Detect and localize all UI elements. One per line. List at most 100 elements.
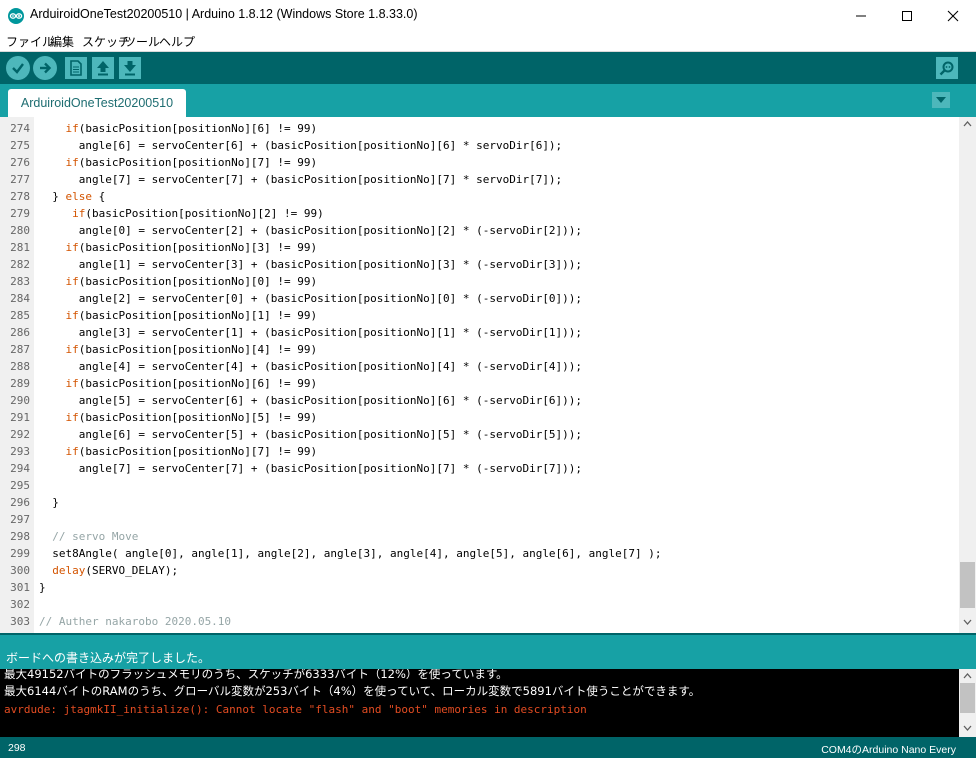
menu-sketch[interactable]: スケッチ: [82, 33, 130, 50]
new-icon: [70, 60, 82, 76]
code-line: 298 // servo Move: [0, 528, 959, 545]
line-number: 275: [10, 139, 30, 152]
scroll-up-icon: [963, 673, 972, 679]
scroll-down-icon: [963, 725, 972, 731]
maximize-button[interactable]: [884, 0, 930, 31]
code-line: 295: [0, 477, 959, 494]
line-number: 280: [10, 224, 30, 237]
code-line: 290 angle[5] = servoCenter[6] + (basicPo…: [0, 392, 959, 409]
close-icon: [947, 10, 959, 21]
line-code: angle[7] = servoCenter[7] + (basicPositi…: [39, 462, 583, 475]
title-bar: ArduiroidOneTest20200510 | Arduino 1.8.1…: [0, 0, 976, 32]
code-line: 274 if(basicPosition[positionNo][6] != 9…: [0, 120, 959, 137]
maximize-icon: [902, 10, 912, 21]
line-code: if(basicPosition[positionNo][2] != 99): [72, 207, 324, 220]
line-code: angle[4] = servoCenter[4] + (basicPositi…: [39, 360, 583, 373]
line-number: 301: [10, 581, 30, 594]
menu-edit[interactable]: 編集: [50, 33, 74, 50]
code-line: 302: [0, 596, 959, 613]
code-line: 276 if(basicPosition[positionNo][7] != 9…: [0, 154, 959, 171]
menu-file[interactable]: ファイル: [6, 33, 54, 50]
toolbar: [0, 52, 976, 84]
code-line: 301}: [0, 579, 959, 596]
console-line: 最大6144バイトのRAMのうち、グローバル変数が253バイト（4%）を使ってい…: [4, 684, 701, 698]
line-number: 288: [10, 360, 30, 373]
open-icon: [97, 61, 109, 76]
line-code: if(basicPosition[positionNo][0] != 99): [65, 275, 318, 288]
line-code: }: [39, 581, 46, 594]
line-code: angle[5] = servoCenter[6] + (basicPositi…: [39, 394, 583, 407]
editor-scroll-thumb[interactable]: [960, 562, 975, 608]
code-line: 296 }: [0, 494, 959, 511]
menu-tools[interactable]: ツール: [124, 33, 160, 50]
close-button[interactable]: [930, 0, 976, 31]
code-line: 279 if(basicPosition[positionNo][2] != 9…: [0, 205, 959, 222]
line-number: 300: [10, 564, 30, 577]
serial-monitor-button[interactable]: [936, 57, 958, 79]
line-number: 295: [10, 479, 30, 492]
line-code: if(basicPosition[positionNo][5] != 99): [65, 411, 318, 424]
upload-button[interactable]: [33, 56, 57, 80]
editor-scrollbar[interactable]: [959, 117, 976, 633]
console-line: 最大49152バイトのフラッシュメモリのうち、スケッチが6333バイト（12%）…: [4, 669, 508, 681]
cursor-line-number: 298: [8, 742, 26, 754]
line-code: if(basicPosition[positionNo][4] != 99): [65, 343, 318, 356]
line-number: 289: [10, 377, 30, 390]
code-line: 299 set8Angle( angle[0], angle[1], angle…: [0, 545, 959, 562]
open-button[interactable]: [92, 57, 114, 79]
line-code: set8Angle( angle[0], angle[1], angle[2],…: [39, 547, 662, 560]
line-number: 298: [10, 530, 30, 543]
line-code: delay(SERVO_DELAY);: [52, 564, 179, 577]
menu-bar: ファイル 編集 スケッチ ツール ヘルプ: [0, 31, 976, 52]
code-editor[interactable]: 274 if(basicPosition[positionNo][6] != 9…: [0, 117, 959, 633]
verify-icon: [12, 63, 24, 74]
tab-bar: ArduiroidOneTest20200510: [0, 84, 976, 117]
new-button[interactable]: [65, 57, 87, 79]
console-scroll-thumb[interactable]: [960, 683, 975, 713]
code-line: 292 angle[6] = servoCenter[5] + (basicPo…: [0, 426, 959, 443]
line-number: 302: [10, 598, 30, 611]
console-scrollbar[interactable]: [959, 669, 976, 737]
code-line: 275 angle[6] = servoCenter[6] + (basicPo…: [0, 137, 959, 154]
window-title: ArduiroidOneTest20200510 | Arduino 1.8.1…: [30, 7, 418, 21]
code-line: 289 if(basicPosition[positionNo][6] != 9…: [0, 375, 959, 392]
line-number: 290: [10, 394, 30, 407]
save-button[interactable]: [119, 57, 141, 79]
line-number: 281: [10, 241, 30, 254]
line-number: 292: [10, 428, 30, 441]
code-line: 280 angle[0] = servoCenter[2] + (basicPo…: [0, 222, 959, 239]
console-output[interactable]: 最大49152バイトのフラッシュメモリのうち、スケッチが6333バイト（12%）…: [0, 669, 959, 737]
menu-help[interactable]: ヘルプ: [159, 33, 195, 50]
line-code: if(basicPosition[positionNo][7] != 99): [65, 156, 318, 169]
code-line: 277 angle[7] = servoCenter[7] + (basicPo…: [0, 171, 959, 188]
minimize-button[interactable]: [838, 0, 884, 31]
save-icon: [124, 61, 136, 76]
line-number: 283: [10, 275, 30, 288]
line-code: angle[2] = servoCenter[0] + (basicPositi…: [39, 292, 583, 305]
minimize-icon: [856, 15, 866, 16]
code-line: 287 if(basicPosition[positionNo][4] != 9…: [0, 341, 959, 358]
console-error-line: avrdude: jtagmkII_initialize(): Cannot l…: [4, 703, 587, 716]
line-code: angle[6] = servoCenter[6] + (basicPositi…: [39, 139, 563, 152]
line-code: }: [39, 496, 59, 509]
tab-sketch[interactable]: ArduiroidOneTest20200510: [8, 89, 186, 117]
line-code: if(basicPosition[positionNo][3] != 99): [65, 241, 318, 254]
line-number: 276: [10, 156, 30, 169]
code-line: 303 // Auther nakarobo 2020.05.10: [0, 613, 959, 630]
chevron-down-icon: [936, 97, 946, 103]
line-code: angle[1] = servoCenter[3] + (basicPositi…: [39, 258, 583, 271]
line-number: 277: [10, 173, 30, 186]
line-number: 293: [10, 445, 30, 458]
code-line: 300 delay(SERVO_DELAY);: [0, 562, 959, 579]
code-line: 297: [0, 511, 959, 528]
code-line: 285 if(basicPosition[positionNo][1] != 9…: [0, 307, 959, 324]
line-number: 285: [10, 309, 30, 322]
verify-button[interactable]: [6, 56, 30, 80]
line-number: 284: [10, 292, 30, 305]
line-number: 287: [10, 343, 30, 356]
line-code: if(basicPosition[positionNo][7] != 99): [65, 445, 318, 458]
line-number: 303: [10, 615, 30, 628]
line-code: // Auther nakarobo 2020.05.10: [39, 615, 232, 628]
code-line: 288 angle[4] = servoCenter[4] + (basicPo…: [0, 358, 959, 375]
tab-menu-button[interactable]: [932, 92, 950, 108]
